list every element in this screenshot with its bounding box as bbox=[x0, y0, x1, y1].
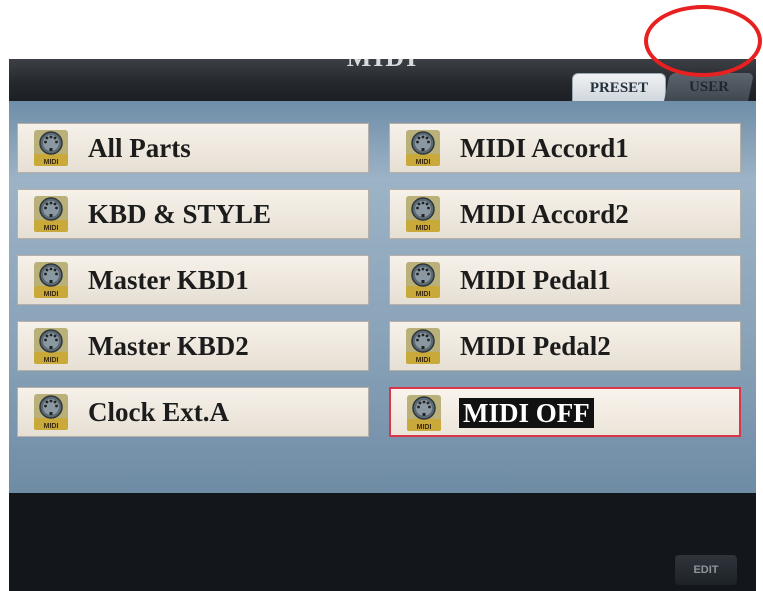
list-item-midi-accord1[interactable]: MIDI Accord1 bbox=[389, 123, 741, 173]
midi-icon bbox=[34, 328, 68, 364]
item-label: MIDI Accord1 bbox=[460, 133, 629, 163]
midi-icon bbox=[34, 262, 68, 298]
midi-icon bbox=[406, 130, 440, 166]
list-item-kbd-style[interactable]: KBD & STYLE bbox=[17, 189, 369, 239]
list-item-master-kbd1[interactable]: Master KBD1 bbox=[17, 255, 369, 305]
list-item-clock-ext-a[interactable]: Clock Ext.A bbox=[17, 387, 369, 437]
list-item-midi-off[interactable]: MIDI OFF bbox=[389, 387, 741, 437]
tab-user-label: USER bbox=[688, 79, 729, 95]
item-label: KBD & STYLE bbox=[88, 199, 272, 229]
title-bar: MIDI PRESET USER bbox=[9, 59, 756, 102]
item-label: Master KBD2 bbox=[88, 331, 249, 361]
list-item-midi-pedal2[interactable]: MIDI Pedal2 bbox=[389, 321, 741, 371]
page-title: MIDI bbox=[9, 59, 756, 73]
edit-button[interactable]: EDIT bbox=[675, 555, 737, 585]
midi-icon bbox=[406, 262, 440, 298]
midi-icon bbox=[34, 196, 68, 232]
list-item-all-parts[interactable]: All Parts bbox=[17, 123, 369, 173]
item-label: All Parts bbox=[88, 133, 191, 163]
item-label: MIDI Pedal1 bbox=[460, 265, 611, 295]
item-label: Clock Ext.A bbox=[88, 397, 229, 427]
item-label: MIDI Accord2 bbox=[460, 199, 629, 229]
list-item-midi-pedal1[interactable]: MIDI Pedal1 bbox=[389, 255, 741, 305]
item-label: Master KBD1 bbox=[88, 265, 249, 295]
midi-icon bbox=[34, 394, 68, 430]
tab-preset[interactable]: PRESET bbox=[572, 73, 666, 102]
item-label: MIDI Pedal2 bbox=[460, 331, 611, 361]
midi-icon bbox=[406, 328, 440, 364]
midi-icon bbox=[407, 395, 441, 431]
annotation-circle bbox=[644, 5, 762, 77]
midi-icon bbox=[406, 196, 440, 232]
item-label-selected: MIDI OFF bbox=[459, 398, 594, 428]
list-item-master-kbd2[interactable]: Master KBD2 bbox=[17, 321, 369, 371]
preset-list-panel: All Parts MIDI Accord1 KBD & STYLE MIDI … bbox=[9, 101, 756, 493]
lcd-screen: MIDI PRESET USER All Parts MIDI Accord1 … bbox=[9, 59, 756, 591]
midi-icon bbox=[34, 130, 68, 166]
tab-user[interactable]: USER bbox=[664, 73, 754, 101]
list-item-midi-accord2[interactable]: MIDI Accord2 bbox=[389, 189, 741, 239]
